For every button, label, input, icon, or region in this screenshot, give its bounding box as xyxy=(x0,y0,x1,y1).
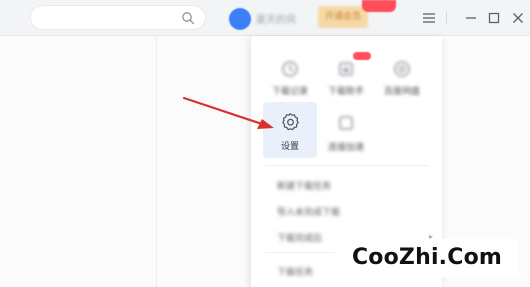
speed-up-icon xyxy=(339,116,353,130)
download-helper-icon xyxy=(339,62,353,76)
minimize-icon[interactable] xyxy=(461,8,481,28)
search-icon[interactable] xyxy=(181,11,195,25)
menu-icon[interactable] xyxy=(419,8,439,28)
menu-tile-cloud-disk[interactable]: 百度网盘 xyxy=(375,48,429,102)
menu-tile-label: 下载记录 xyxy=(271,87,308,97)
menu-item-import[interactable]: 导入未完成下载 xyxy=(277,205,340,218)
settings-label: 设置 xyxy=(280,142,299,152)
avatar[interactable] xyxy=(229,8,251,30)
close-icon[interactable] xyxy=(508,8,528,28)
menu-item-new-task[interactable]: 新建下载任务 xyxy=(277,179,331,192)
menu-tile-download-history[interactable]: 下载记录 xyxy=(263,48,317,102)
menu-item-download-task[interactable]: 下载任务 xyxy=(277,265,313,278)
new-badge xyxy=(353,52,371,60)
menu-tile-settings[interactable]: 设置 xyxy=(263,102,317,158)
menu-tile-speed-up[interactable]: 连接加速 xyxy=(319,102,373,158)
toolbar-divider xyxy=(446,12,447,24)
watermark: CooZhi.Com xyxy=(335,239,519,277)
gear-icon xyxy=(282,113,299,131)
menu-item-after-download[interactable]: 下载完成后 xyxy=(277,231,322,244)
app-window: 夏天的风 开通会员 下载记录 下载助手 百度网盘 设置 连接加速 新建下载任务 … xyxy=(0,0,530,287)
menu-tile-label: 下载助手 xyxy=(327,87,364,97)
top-bar: 夏天的风 开通会员 xyxy=(0,0,530,36)
menu-tile-label: 百度网盘 xyxy=(383,87,420,97)
menu-tile-label: 连接加速 xyxy=(327,143,364,153)
search-input[interactable] xyxy=(30,5,206,30)
vip-button[interactable]: 开通会员 xyxy=(318,6,368,28)
cloud-disk-icon xyxy=(394,61,410,77)
panel-divider xyxy=(156,36,157,287)
username[interactable]: 夏天的风 xyxy=(256,11,310,24)
download-history-icon xyxy=(282,61,298,77)
vip-badge xyxy=(362,0,396,12)
maximize-icon[interactable] xyxy=(484,8,504,28)
menu-divider xyxy=(265,165,429,166)
